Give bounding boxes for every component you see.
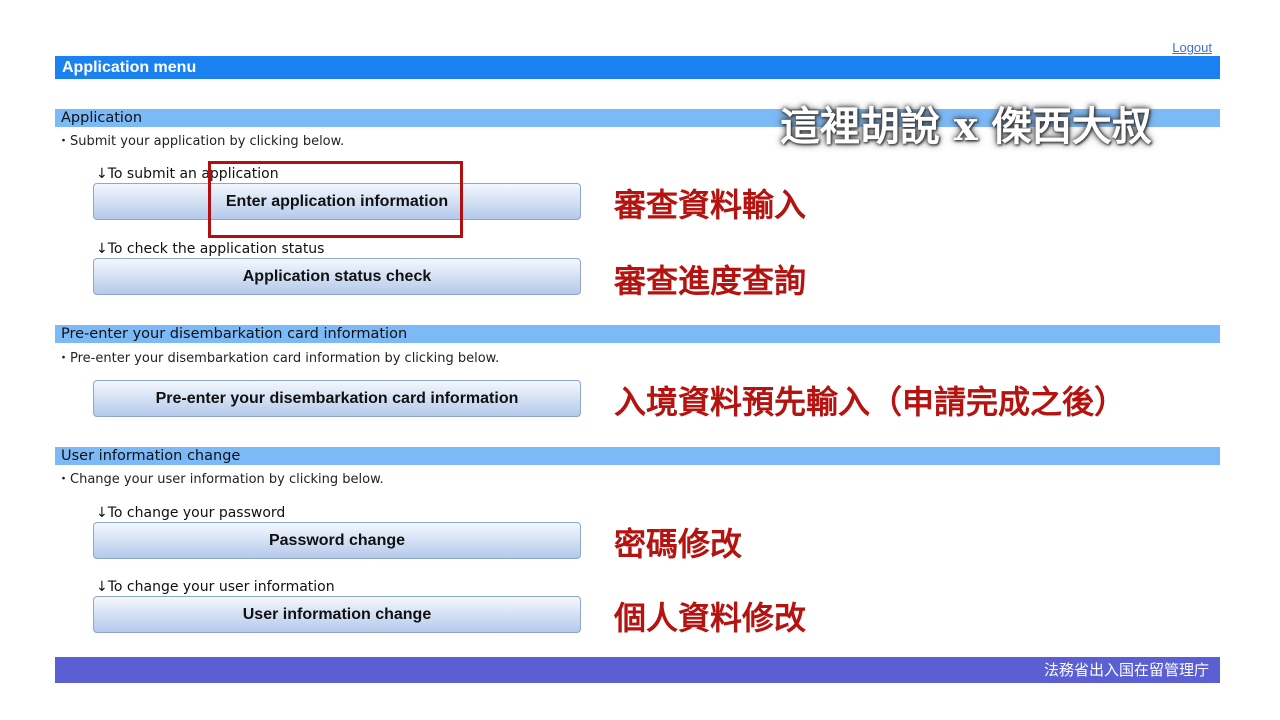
- section-description-user-info: ・Change your user information by clickin…: [57, 472, 384, 487]
- change-user-info-label: ↓To change your user information: [96, 579, 335, 595]
- user-information-change-button[interactable]: User information change: [93, 596, 581, 633]
- annotation-password-change: 密碼修改: [614, 525, 743, 563]
- footer-agency-name: 法務省出入国在留管理庁: [55, 657, 1220, 683]
- application-status-check-button[interactable]: Application status check: [93, 258, 581, 295]
- logout-link[interactable]: Logout: [1172, 40, 1212, 55]
- password-change-button[interactable]: Password change: [93, 522, 581, 559]
- annotation-status-check: 審查進度查詢: [614, 262, 807, 300]
- check-status-label: ↓To check the application status: [96, 241, 325, 257]
- section-header-disembarkation: Pre-enter your disembarkation card infor…: [55, 325, 1220, 343]
- annotation-user-info-change: 個人資料修改: [614, 599, 807, 637]
- change-password-label: ↓To change your password: [96, 505, 286, 521]
- annotation-enter-application: 審查資料輸入: [614, 186, 807, 224]
- page-title: Application menu: [55, 56, 1220, 79]
- watermark-text: 這裡胡說 x 傑西大叔: [780, 103, 1152, 150]
- section-description-disembarkation: ・Pre-enter your disembarkation card info…: [57, 351, 500, 366]
- pre-enter-disembarkation-button[interactable]: Pre-enter your disembarkation card infor…: [93, 380, 581, 417]
- annotation-pre-enter: 入境資料預先輸入（申請完成之後）: [614, 383, 1127, 421]
- highlight-box: [208, 161, 463, 238]
- section-header-user-info: User information change: [55, 447, 1220, 465]
- section-description-application: ・Submit your application by clicking bel…: [57, 134, 345, 149]
